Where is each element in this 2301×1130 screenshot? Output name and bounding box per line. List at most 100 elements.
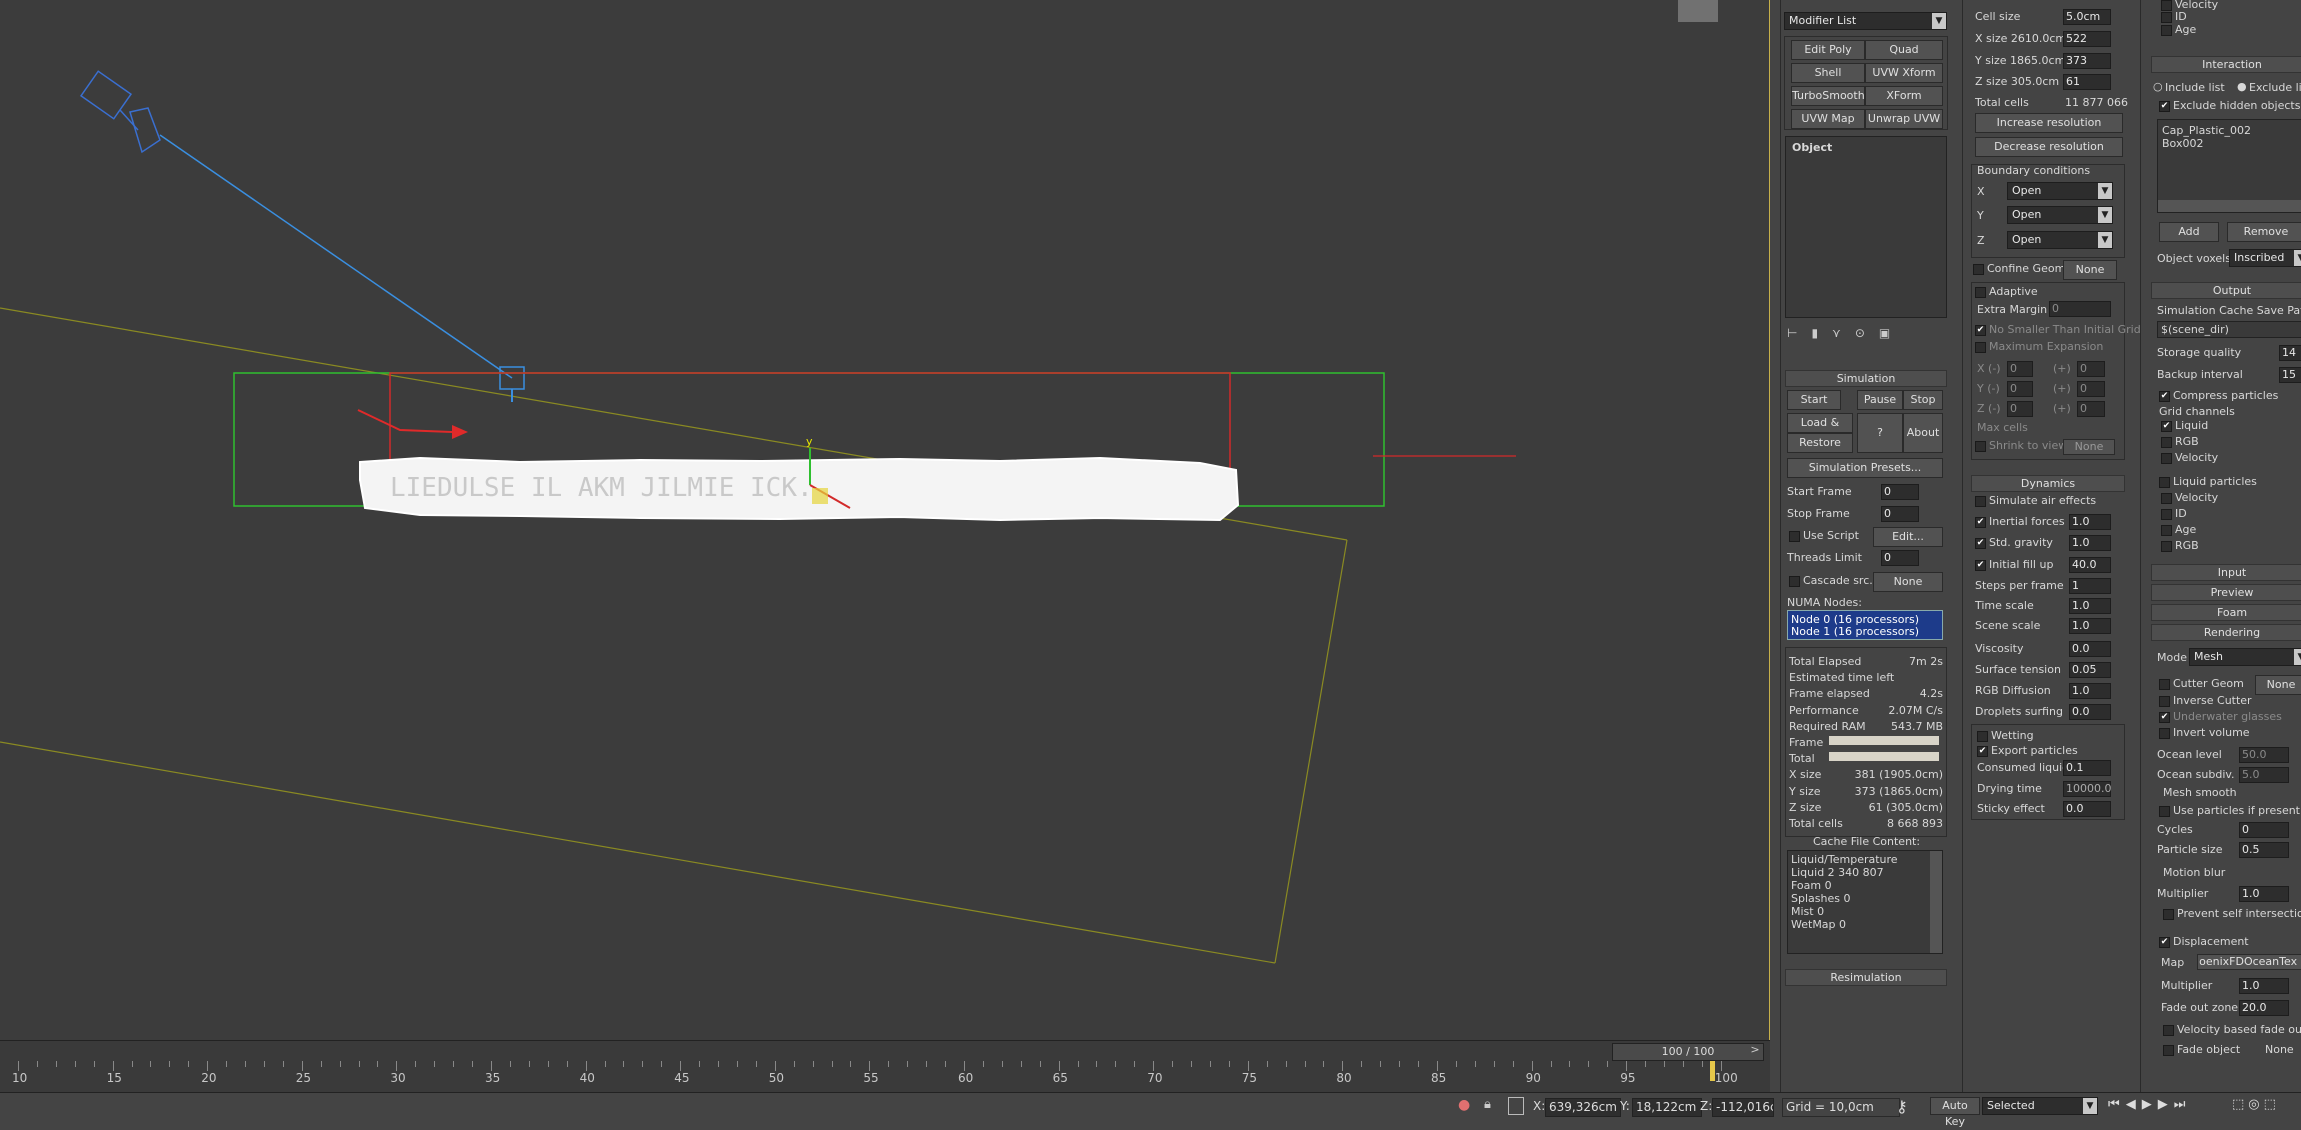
lp-rgb-checkbox[interactable] [2161, 541, 2172, 552]
inertial-checkbox[interactable]: ✔ [1975, 517, 1986, 528]
turbosmooth-button[interactable]: TurboSmooth [1791, 86, 1865, 106]
compress-particles-checkbox[interactable]: ✔ [2159, 391, 2170, 402]
output-rollout-header[interactable]: Output [2151, 282, 2301, 299]
time-next-button[interactable]: > [1748, 1043, 1762, 1059]
lp-age-checkbox[interactable] [2161, 525, 2172, 536]
sticky-spinner[interactable]: 0.0 [2063, 801, 2111, 817]
numa-nodes-list[interactable]: Node 0 (16 processors) Node 1 (16 proces… [1787, 610, 1943, 640]
interaction-rollout-header[interactable]: Interaction [2151, 56, 2301, 73]
gravity-spinner[interactable]: 1.0 [2069, 535, 2111, 551]
blur-multiplier-spinner[interactable]: 1.0 [2239, 886, 2289, 902]
surface-tension-spinner[interactable]: 0.05 [2069, 662, 2111, 678]
unwrap-uvw-button[interactable]: Unwrap UVW [1865, 109, 1943, 129]
object-list[interactable]: Cap_Plastic_002 Box002 [2157, 119, 2301, 213]
underwater-checkbox[interactable]: ✔ [2159, 712, 2170, 723]
inertial-spinner[interactable]: 1.0 [2069, 514, 2111, 530]
exclude-radio[interactable]: ● [2237, 80, 2247, 93]
start-frame-spinner[interactable]: 0 [1881, 484, 1919, 500]
quad-chamfer-button[interactable]: Quad Chamfer [1865, 40, 1943, 74]
threads-limit-spinner[interactable]: 0 [1881, 550, 1919, 566]
decrease-resolution-button[interactable]: Decrease resolution [1975, 137, 2123, 157]
cache-scrollbar[interactable] [1930, 851, 1942, 953]
ocean-subdiv-spinner[interactable]: 5.0 [2239, 767, 2289, 783]
edit-script-button[interactable]: Edit... [1873, 527, 1943, 547]
exclude-hidden-checkbox[interactable]: ✔ [2159, 101, 2170, 112]
wetting-checkbox[interactable] [1977, 731, 1988, 742]
invert-volume-checkbox[interactable] [2159, 728, 2170, 739]
uvw-xform-button[interactable]: UVW Xform [1865, 63, 1943, 83]
perspective-viewport[interactable]: LIEDULSE IL AKM JILMIE ICK. y [0, 0, 1770, 1040]
stop-frame-spinner[interactable]: 0 [1881, 506, 1919, 522]
rgb-diffusion-spinner[interactable]: 1.0 [2069, 683, 2111, 699]
fade-zone-spinner[interactable]: 20.0 [2239, 1000, 2289, 1016]
extra-margin-spinner[interactable]: 0 [2049, 301, 2111, 317]
object-item[interactable]: Cap_Plastic_002 [2162, 124, 2251, 137]
absolute-mode-icon[interactable] [1508, 1097, 1524, 1115]
load-start-button[interactable]: Load & Start [1787, 413, 1853, 447]
x-size-spinner[interactable]: 522 [2063, 31, 2111, 47]
y-coord-field[interactable]: 18,122cm [1632, 1098, 1702, 1117]
shrink-to-view-button[interactable]: None [2063, 439, 2115, 455]
remove-object-button[interactable]: Remove [2227, 222, 2301, 242]
time-scale-spinner[interactable]: 1.0 [2069, 598, 2111, 614]
prevent-intersection-checkbox[interactable] [2163, 909, 2174, 920]
timeline[interactable]: < 100 / 100 > 10152025303540455055606570… [0, 1040, 1770, 1093]
render-mode-select[interactable]: Mesh▼ [2189, 648, 2301, 666]
include-radio[interactable]: ○ [2153, 80, 2163, 93]
fillup-spinner[interactable]: 40.0 [2069, 557, 2111, 573]
droplets-spinner[interactable]: 0.0 [2069, 704, 2111, 720]
adaptive-checkbox[interactable] [1975, 287, 1986, 298]
lp-id-checkbox[interactable] [2161, 509, 2172, 520]
no-smaller-checkbox[interactable]: ✔ [1975, 325, 1986, 336]
gravity-checkbox[interactable]: ✔ [1975, 538, 1986, 549]
boundary-z-select[interactable]: Open ▼ [2007, 231, 2113, 249]
steps-spinner[interactable]: 1 [2069, 578, 2111, 594]
storage-quality-spinner[interactable]: 14 [2279, 345, 2301, 361]
z-coord-field[interactable]: -112,016cı [1712, 1098, 1774, 1117]
pause-button[interactable]: Pause [1857, 390, 1903, 410]
stop-button[interactable]: Stop [1903, 390, 1943, 410]
numa-node-1[interactable]: Node 1 (16 processors) [1791, 625, 1919, 638]
modifier-list-dropdown[interactable]: Modifier List ▼ [1784, 12, 1947, 30]
pin-icon[interactable]: ● [1458, 1097, 1470, 1115]
use-script-checkbox[interactable] [1789, 531, 1800, 542]
cycles-spinner[interactable]: 0 [2239, 822, 2289, 838]
z-plus-spinner[interactable]: 0 [2077, 401, 2105, 417]
cutter-geom-checkbox[interactable] [2159, 679, 2170, 690]
cutter-geom-button[interactable]: None [2255, 675, 2301, 695]
restore-button[interactable]: Restore [1787, 433, 1853, 453]
inverse-cutter-checkbox[interactable] [2159, 696, 2170, 707]
edit-poly-button[interactable]: Edit Poly [1791, 40, 1865, 60]
stack-item-object[interactable]: Object [1792, 141, 1832, 154]
liquid-channel-checkbox[interactable]: ✔ [2161, 421, 2172, 432]
rgb-channel-checkbox[interactable] [2161, 437, 2172, 448]
ocean-level-spinner[interactable]: 50.0 [2239, 747, 2289, 763]
fillup-checkbox[interactable]: ✔ [1975, 560, 1986, 571]
fade-object-none[interactable]: None [2265, 1043, 2294, 1056]
add-object-button[interactable]: Add [2159, 222, 2219, 242]
modifier-stack[interactable]: Object [1785, 136, 1947, 318]
xform-button[interactable]: XForm [1865, 86, 1943, 106]
increase-resolution-button[interactable]: Increase resolution [1975, 113, 2123, 133]
simulation-presets-button[interactable]: Simulation Presets... [1787, 458, 1943, 478]
y-size-spinner[interactable]: 373 [2063, 53, 2111, 69]
top-velocity-checkbox[interactable] [2161, 0, 2172, 11]
disp-multiplier-spinner[interactable]: 1.0 [2239, 978, 2289, 994]
cascade-checkbox[interactable] [1789, 576, 1800, 587]
time-slider[interactable]: 100 / 100 [1612, 1043, 1764, 1061]
air-effects-checkbox[interactable] [1975, 496, 1986, 507]
foam-rollout-header[interactable]: Foam [2151, 604, 2301, 621]
use-particles-checkbox[interactable] [2159, 806, 2170, 817]
displacement-map-button[interactable]: oenixFDOceanTex ) [2197, 954, 2301, 970]
cache-path-field[interactable]: $(scene_dir) [2157, 321, 2301, 338]
nav-controls[interactable]: ⬚◎⬚ [2232, 1097, 2280, 1112]
rendering-rollout-header[interactable]: Rendering [2151, 624, 2301, 641]
export-particles-checkbox[interactable]: ✔ [1977, 746, 1988, 757]
object-item[interactable]: Box002 [2162, 137, 2203, 150]
shell-button[interactable]: Shell [1791, 63, 1865, 83]
cell-size-spinner[interactable]: 5.0cm [2063, 9, 2111, 25]
lp-velocity-checkbox[interactable] [2161, 493, 2172, 504]
z-size-spinner[interactable]: 61 [2063, 74, 2111, 90]
stack-toolbar[interactable]: ⊢▮⋎⊙▣ [1787, 326, 1904, 340]
confine-geom-button[interactable]: None [2063, 260, 2117, 280]
